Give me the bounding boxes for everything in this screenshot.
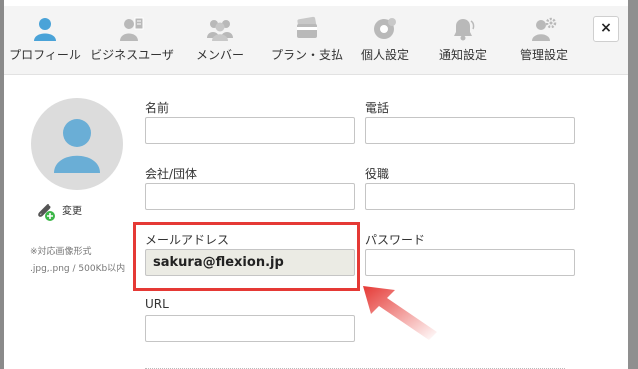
tab-personal-settings[interactable]: 個人設定 [352,6,418,74]
pointer-arrow-icon [359,282,439,346]
tab-label: プラン・支払 [270,48,343,62]
password-label: パスワード [365,233,426,247]
business-user-icon [119,16,145,42]
tab-label: 管理設定 [519,48,568,62]
image-size-note: .jpg,.png / 500Kb以内 [30,264,126,274]
background-overlay-right [628,0,638,369]
phone-field[interactable] [365,117,575,144]
position-field[interactable] [365,183,575,210]
tab-label: ビジネスユーザ [90,48,174,62]
settings-tab-bar: プロフィール ビジネスユーザ メンバー プラン・支払 個人設定 通知設定 管理設… [4,6,628,75]
close-button[interactable]: × [593,16,619,42]
tab-label: プロフィール [9,48,81,62]
tab-members[interactable]: メンバー [184,6,256,74]
tab-plan-payment[interactable]: プラン・支払 [262,6,352,74]
change-avatar-button[interactable] [35,202,57,222]
credit-card-icon [294,16,320,42]
paperclip-add-icon [35,204,57,226]
tab-admin-settings[interactable]: 管理設定 [511,6,577,74]
members-icon [207,16,233,42]
tab-label: 個人設定 [360,48,409,62]
phone-label: 電話 [365,101,390,115]
email-highlight-box [133,222,360,291]
tab-label: 通知設定 [438,48,487,62]
person-icon [32,16,58,42]
avatar-person-icon [54,119,100,173]
url-field[interactable] [145,315,355,342]
personal-settings-icon [372,16,398,42]
image-format-note: ※対応画像形式 [30,247,92,257]
tab-notification-settings[interactable]: 通知設定 [430,6,496,74]
position-label: 役職 [365,167,390,181]
company-label: 会社/団体 [145,167,198,181]
bell-icon [450,16,476,42]
tab-profile[interactable]: プロフィール [4,6,86,74]
name-field[interactable] [145,117,355,144]
password-field[interactable] [365,249,575,276]
change-avatar-label[interactable]: 変更 [62,202,82,217]
tab-label: メンバー [195,48,244,62]
name-label: 名前 [145,101,170,115]
profile-settings-modal: プロフィール ビジネスユーザ メンバー プラン・支払 個人設定 通知設定 管理設… [4,6,628,369]
tab-business-user[interactable]: ビジネスユーザ [86,6,178,74]
avatar [31,98,123,190]
admin-gear-icon [531,16,557,42]
url-label: URL [145,297,169,311]
company-field[interactable] [145,183,355,210]
